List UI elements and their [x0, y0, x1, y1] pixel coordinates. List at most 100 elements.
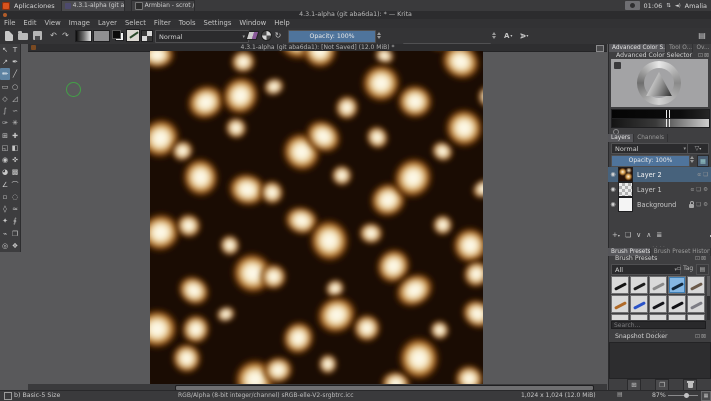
- docker-tab-1[interactable]: Tool O...: [666, 44, 693, 52]
- mirror-horizontal-button[interactable]: A▾: [504, 30, 512, 41]
- undo-button[interactable]: ↶: [48, 30, 59, 41]
- eraser-mode-button[interactable]: [247, 30, 258, 41]
- opacity-slider[interactable]: Opacity: 100%: [288, 30, 376, 43]
- brush-preset-cell[interactable]: [630, 276, 648, 294]
- brush-preset-cell[interactable]: [630, 295, 648, 313]
- clock[interactable]: 01:06: [644, 2, 663, 10]
- redo-button[interactable]: ↷: [60, 30, 71, 41]
- canvas-texture[interactable]: [150, 51, 483, 384]
- fg-bg-color-chooser[interactable]: [112, 30, 124, 41]
- tool-gradient[interactable]: ◧: [10, 142, 20, 154]
- preset-grid-scrollbar[interactable]: [707, 276, 710, 320]
- tool-bezier-curve[interactable]: ∫: [0, 105, 10, 117]
- advanced-color-selector[interactable]: [611, 59, 708, 107]
- preserve-alpha-button[interactable]: [261, 30, 272, 41]
- tool-ellipse-select[interactable]: ◌: [10, 191, 20, 203]
- preset-view-mode-button[interactable]: ▤: [696, 264, 709, 275]
- menu-edit[interactable]: Edit: [19, 19, 40, 28]
- tool-rectangle[interactable]: ▭: [0, 81, 10, 93]
- tool-line[interactable]: ╱: [10, 68, 20, 80]
- choose-workspace-button[interactable]: ▤: [696, 30, 708, 41]
- tool-crop[interactable]: ◱: [0, 142, 10, 154]
- tool-select-shapes[interactable]: ↖: [0, 44, 10, 56]
- tool-calligraphy[interactable]: ✒: [10, 56, 20, 68]
- docker-tab-0[interactable]: Advanced Color S...: [609, 44, 666, 52]
- preset-search-input[interactable]: [611, 321, 706, 329]
- zoom-slider-handle[interactable]: [684, 393, 689, 398]
- network-icon[interactable]: ⇅: [666, 3, 671, 9]
- docker-tab-2[interactable]: Ov...: [693, 44, 711, 52]
- tool-reference-images[interactable]: ❐: [10, 228, 20, 240]
- gradient-chooser[interactable]: [75, 30, 92, 41]
- brush-preset-cell[interactable]: [611, 314, 629, 320]
- mirror-vertical-button[interactable]: A▾: [520, 30, 528, 41]
- menu-view[interactable]: View: [41, 19, 65, 28]
- menu-window[interactable]: Window: [235, 19, 270, 28]
- move-layer-up-button[interactable]: ∧: [646, 231, 651, 239]
- tool-zoom[interactable]: ◎: [0, 240, 10, 252]
- tool-freehand-select[interactable]: ≈: [10, 203, 20, 215]
- brush-preset-cell[interactable]: [630, 314, 648, 320]
- tool-similar-select[interactable]: ✦: [0, 215, 10, 227]
- tool-magnetic-select[interactable]: ⌁: [0, 228, 10, 240]
- tool-freehand-path[interactable]: ∽: [10, 105, 20, 117]
- docker-buttons[interactable]: ⊡⊠: [608, 333, 707, 341]
- tray-app-button[interactable]: [625, 1, 640, 10]
- layer-row[interactable]: ◉ Background ❏⚙: [608, 197, 711, 212]
- layer-row[interactable]: ◉ Layer 2 α❏: [608, 167, 711, 182]
- tool-transform[interactable]: ⊞: [0, 130, 10, 142]
- selector-settings-icon[interactable]: [614, 62, 621, 69]
- brush-preset-cell[interactable]: [649, 295, 667, 313]
- menu-tools[interactable]: Tools: [175, 19, 200, 28]
- tool-move[interactable]: ✚: [10, 130, 20, 142]
- menu-filter[interactable]: Filter: [150, 19, 175, 28]
- distro-logo-icon[interactable]: [2, 2, 10, 10]
- new-document-button[interactable]: [3, 30, 15, 41]
- reload-preset-button[interactable]: ↻: [273, 30, 283, 41]
- tool-ellipse[interactable]: ○: [10, 81, 20, 93]
- tool-enclose-fill[interactable]: ▩: [10, 166, 20, 178]
- taskbar-window-button[interactable]: Armbian - scrot /home/a...: [131, 0, 195, 12]
- menu-settings[interactable]: Settings: [200, 19, 236, 28]
- preset-scrollbar-thumb[interactable]: [707, 276, 710, 296]
- brush-preset-cell[interactable]: [687, 295, 705, 313]
- zoom-slider[interactable]: [668, 395, 698, 396]
- tag-toggle[interactable]: ▫Tag: [677, 264, 693, 273]
- pattern-chooser[interactable]: [93, 30, 110, 41]
- tool-freehand-brush[interactable]: ✏: [0, 68, 10, 80]
- brush-preset-cell[interactable]: [668, 276, 686, 294]
- taskbar-window-button[interactable]: 4.3.1-alpha (git aba6da1...: [61, 0, 125, 12]
- brush-preset-cell[interactable]: [668, 314, 686, 320]
- visibility-eye-icon[interactable]: ◉: [608, 201, 618, 208]
- layer-blend-combo[interactable]: Normal▾: [611, 143, 690, 154]
- layer-opacity-slider[interactable]: Opacity: 100%: [611, 155, 690, 167]
- tool-edit-shapes[interactable]: ↗: [0, 56, 10, 68]
- snapshot-list[interactable]: [609, 342, 711, 379]
- volume-icon[interactable]: ◄): [675, 3, 681, 9]
- tool-color-sampler[interactable]: ◉: [0, 154, 10, 166]
- size-spinner[interactable]: [492, 30, 496, 41]
- tool-text[interactable]: T: [10, 44, 20, 56]
- duplicate-layer-button[interactable]: ❏: [625, 231, 631, 239]
- layer-thumbnail[interactable]: [618, 182, 633, 197]
- save-button[interactable]: [31, 30, 43, 41]
- tool-polygon[interactable]: ◇: [0, 93, 10, 105]
- choose-brush-preset-button[interactable]: [141, 30, 153, 41]
- user-name[interactable]: Amalia: [685, 2, 707, 10]
- add-layer-button[interactable]: +▾: [612, 231, 620, 239]
- layer-thumbnail[interactable]: [618, 167, 633, 182]
- tool-multibrush[interactable]: ✳: [10, 117, 20, 129]
- layers-tab-0[interactable]: Layers: [608, 134, 634, 142]
- brush-preset-cell[interactable]: [668, 295, 686, 313]
- menu-select[interactable]: Select: [121, 19, 150, 28]
- edit-brush-settings-button[interactable]: [126, 30, 140, 41]
- subwindow-float-button[interactable]: [596, 45, 604, 52]
- opacity-spinner[interactable]: [377, 30, 381, 41]
- brush-preset-cell[interactable]: [649, 314, 667, 320]
- brush-preset-cell[interactable]: [687, 276, 705, 294]
- brush-preset-cell[interactable]: [649, 276, 667, 294]
- tool-polyline[interactable]: ◿: [10, 93, 20, 105]
- preset-filter-combo[interactable]: All▾: [611, 264, 681, 275]
- tool-fill[interactable]: ◕: [0, 166, 10, 178]
- docker-buttons[interactable]: ⊡⊠: [608, 255, 707, 263]
